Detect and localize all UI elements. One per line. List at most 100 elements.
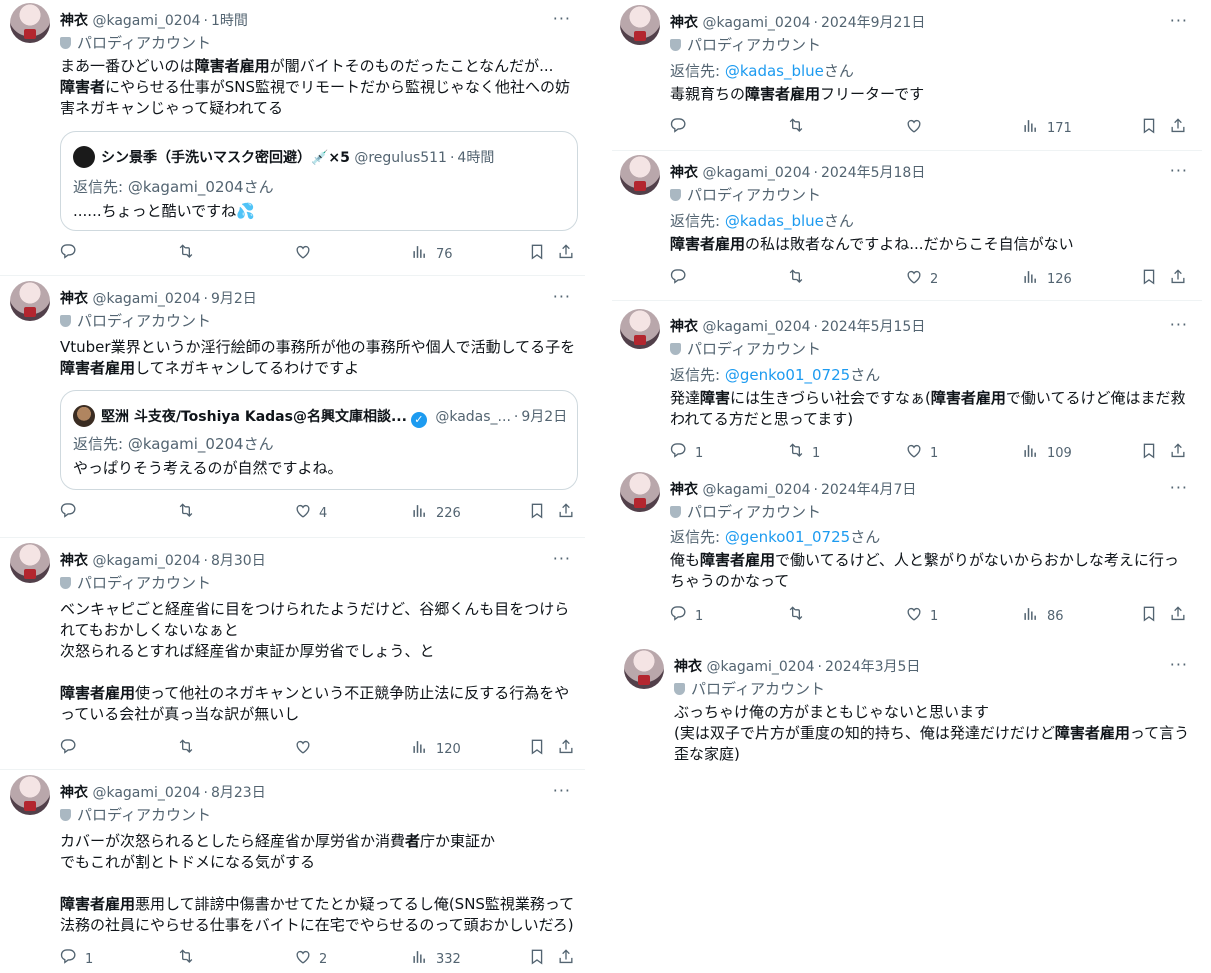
avatar[interactable]	[10, 775, 50, 815]
views-button[interactable]: 226	[410, 501, 461, 521]
avatar[interactable]	[624, 649, 664, 689]
more-options-icon[interactable]: ···	[1170, 657, 1188, 673]
timestamp[interactable]: 9月2日	[211, 291, 257, 307]
retweet-button[interactable]	[786, 116, 806, 136]
reply-button[interactable]	[59, 242, 79, 262]
display-name[interactable]: 神衣	[670, 165, 698, 181]
like-button[interactable]: 4	[293, 501, 327, 521]
display-name[interactable]: 神衣	[670, 482, 698, 498]
retweet-icon	[176, 949, 196, 967]
avatar[interactable]	[620, 155, 660, 195]
timestamp[interactable]: 8月23日	[211, 785, 266, 801]
retweet-button[interactable]	[176, 737, 196, 757]
bookmark-button[interactable]	[1139, 441, 1159, 461]
share-button[interactable]	[556, 242, 576, 262]
timestamp[interactable]: 1時間	[211, 13, 248, 29]
avatar[interactable]	[10, 543, 50, 583]
like-button[interactable]	[293, 242, 313, 262]
display-name[interactable]: 神衣	[60, 291, 88, 307]
share-button[interactable]	[1168, 116, 1188, 136]
display-name[interactable]: 神衣	[670, 15, 698, 31]
bookmark-button[interactable]	[527, 737, 547, 757]
views-button[interactable]: 109	[1021, 441, 1072, 461]
user-handle[interactable]: @kagami_0204	[92, 291, 200, 307]
more-options-icon[interactable]: ···	[553, 289, 571, 305]
share-button[interactable]	[556, 947, 576, 967]
bookmark-button[interactable]	[527, 242, 547, 262]
retweet-button[interactable]	[786, 267, 806, 287]
reply-button[interactable]	[59, 737, 79, 757]
avatar[interactable]	[620, 5, 660, 45]
timestamp[interactable]: 2024年4月7日	[821, 482, 916, 498]
views-button[interactable]: 86	[1021, 604, 1064, 624]
avatar[interactable]	[620, 472, 660, 512]
like-button[interactable]	[293, 737, 313, 757]
retweet-button[interactable]	[176, 501, 196, 521]
views-button[interactable]: 120	[410, 737, 461, 757]
more-options-icon[interactable]: ···	[1170, 13, 1188, 29]
more-options-icon[interactable]: ···	[1170, 480, 1188, 496]
like-button[interactable]	[904, 116, 924, 136]
reply-mention-link[interactable]: @genko01_0725	[725, 528, 850, 546]
reply-button[interactable]: 1	[669, 441, 703, 461]
views-button[interactable]: 126	[1021, 267, 1072, 287]
more-options-icon[interactable]: ···	[1170, 163, 1188, 179]
reply-button[interactable]	[669, 116, 689, 136]
timestamp[interactable]: 2024年5月15日	[821, 319, 925, 335]
retweet-button[interactable]	[176, 947, 196, 967]
bookmark-button[interactable]	[1139, 116, 1159, 136]
retweet-button[interactable]	[176, 242, 196, 262]
like-button[interactable]: 1	[904, 441, 938, 461]
bookmark-button[interactable]	[1139, 604, 1159, 624]
like-button[interactable]: 2	[904, 267, 938, 287]
share-button[interactable]	[1168, 441, 1188, 461]
more-options-icon[interactable]: ···	[553, 783, 571, 799]
more-options-icon[interactable]: ···	[1170, 317, 1188, 333]
share-button[interactable]	[1168, 604, 1188, 624]
more-options-icon[interactable]: ···	[553, 11, 571, 27]
bookmark-button[interactable]	[527, 501, 547, 521]
views-button[interactable]: 76	[410, 242, 453, 262]
reply-button[interactable]: 1	[59, 947, 93, 967]
share-button[interactable]	[1168, 267, 1188, 287]
timestamp[interactable]: 2024年9月21日	[821, 15, 925, 31]
timestamp[interactable]: 2024年5月18日	[821, 165, 925, 181]
reply-mention-link[interactable]: @genko01_0725	[725, 366, 850, 384]
user-handle[interactable]: @kagami_0204	[702, 482, 810, 498]
reply-button[interactable]	[59, 501, 79, 521]
retweet-button[interactable]	[786, 604, 806, 624]
avatar[interactable]	[620, 309, 660, 349]
quoted-tweet[interactable]: シン景季（手洗いマスク密回避）💉×5 @regulus511 · 4時間 返信先: @…	[60, 131, 578, 231]
avatar[interactable]	[10, 3, 50, 43]
display-name[interactable]: 神衣	[670, 319, 698, 335]
views-button[interactable]: 171	[1021, 116, 1072, 136]
display-name[interactable]: 神衣	[60, 553, 88, 569]
user-handle[interactable]: @kagami_0204	[702, 165, 810, 181]
user-handle[interactable]: @kagami_0204	[702, 15, 810, 31]
user-handle[interactable]: @kagami_0204	[92, 553, 200, 569]
like-button[interactable]: 2	[293, 947, 327, 967]
display-name[interactable]: 神衣	[674, 659, 702, 675]
avatar[interactable]	[10, 281, 50, 321]
display-name[interactable]: 神衣	[60, 13, 88, 29]
bookmark-button[interactable]	[527, 947, 547, 967]
quoted-tweet[interactable]: 堅洲 斗支夜/Toshiya Kadas@名興文庫相談... ✓ @kadas_.…	[60, 390, 578, 490]
more-options-icon[interactable]: ···	[553, 551, 571, 567]
user-handle[interactable]: @kagami_0204	[706, 659, 814, 675]
retweet-button[interactable]: 1	[786, 441, 820, 461]
timestamp[interactable]: 2024年3月5日	[825, 659, 920, 675]
user-handle[interactable]: @kagami_0204	[92, 785, 200, 801]
share-button[interactable]	[556, 501, 576, 521]
reply-button[interactable]: 1	[669, 604, 703, 624]
user-handle[interactable]: @kagami_0204	[702, 319, 810, 335]
reply-mention-link[interactable]: @kadas_blue	[725, 62, 824, 80]
user-handle[interactable]: @kagami_0204	[92, 13, 200, 29]
like-button[interactable]: 1	[904, 604, 938, 624]
timestamp[interactable]: 8月30日	[211, 553, 266, 569]
views-button[interactable]: 332	[410, 947, 461, 967]
reply-mention-link[interactable]: @kadas_blue	[725, 212, 824, 230]
bookmark-button[interactable]	[1139, 267, 1159, 287]
share-button[interactable]	[556, 737, 576, 757]
reply-button[interactable]	[669, 267, 689, 287]
display-name[interactable]: 神衣	[60, 785, 88, 801]
